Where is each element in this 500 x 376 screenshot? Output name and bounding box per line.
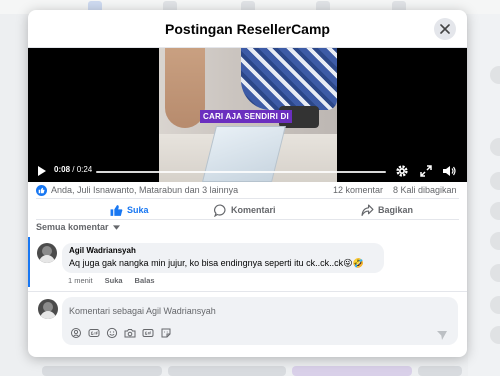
comment-filter-label: Semua komentar	[36, 222, 109, 232]
camera-icon[interactable]	[124, 327, 136, 339]
current-user-avatar[interactable]	[38, 299, 58, 319]
comment-bubble-icon	[214, 203, 226, 217]
settings-gear-icon[interactable]	[395, 164, 409, 178]
gif-icon[interactable]	[142, 327, 154, 339]
comment-composer	[62, 297, 458, 345]
video-time: 0:08 / 0:24	[54, 165, 92, 174]
comment-item: Agil Wadriansyah Aq juga gak nangka min …	[28, 237, 467, 287]
comment-button[interactable]: Komentari	[214, 203, 276, 217]
gif-sticker-icon[interactable]	[88, 327, 100, 339]
fullscreen-icon[interactable]	[419, 164, 433, 178]
share-label: Bagikan	[378, 205, 414, 215]
thumbs-up-icon	[110, 204, 123, 216]
comment-meta: 1 menit Suka Balas	[68, 276, 155, 285]
comment-count-link[interactable]: 12 komentar	[333, 185, 383, 195]
thumbs-up-icon	[38, 187, 45, 194]
volume-icon[interactable]	[442, 164, 456, 178]
composer-divider	[28, 291, 467, 292]
caret-down-icon	[112, 224, 120, 230]
sticker-icon[interactable]	[160, 327, 172, 339]
share-button[interactable]: Bagikan	[361, 203, 413, 217]
comment-like-link[interactable]: Suka	[105, 276, 123, 285]
comment-author[interactable]: Agil Wadriansyah	[69, 246, 377, 255]
current-time: 0:08	[54, 165, 71, 174]
comment-text: Aq juga gak nangka min jujur, ko bisa en…	[69, 258, 364, 268]
comment-reply-link[interactable]: Balas	[135, 276, 155, 285]
post-actions: Suka Komentari Bagikan	[36, 198, 459, 220]
like-reaction-badge[interactable]	[36, 185, 47, 196]
share-arrow-icon	[361, 203, 374, 216]
play-icon[interactable]	[37, 165, 47, 177]
share-count-link[interactable]: 8 Kali dibagikan	[393, 185, 457, 195]
comment-label: Komentari	[231, 205, 276, 215]
like-label: Suka	[127, 205, 149, 215]
reaction-stats: Anda, Juli Isnawanto, Matarabun dan 3 la…	[28, 182, 467, 198]
send-icon[interactable]	[436, 329, 448, 341]
progress-bar[interactable]	[96, 171, 386, 173]
video-controls: 0:08 / 0:24	[28, 161, 467, 181]
video-player[interactable]: CARI AJA SENDIRI DI 0:08 / 0:24	[28, 48, 467, 182]
reactors-link[interactable]: Anda, Juli Isnawanto, Matarabun dan 3 la…	[51, 185, 238, 195]
dialog-header: Postingan ResellerCamp	[28, 10, 467, 48]
video-caption: CARI AJA SENDIRI DI	[200, 110, 292, 123]
emoji-icon[interactable]	[106, 327, 118, 339]
dialog-title: Postingan ResellerCamp	[165, 21, 330, 37]
comment-input[interactable]	[69, 304, 449, 318]
duration: 0:24	[76, 165, 93, 174]
avatar-sticker-icon[interactable]	[70, 327, 82, 339]
comment-bubble: Agil Wadriansyah Aq juga gak nangka min …	[62, 243, 384, 273]
comment-filter-dropdown[interactable]: Semua komentar	[36, 222, 120, 232]
commenter-avatar[interactable]	[37, 243, 57, 263]
like-button[interactable]: Suka	[110, 203, 149, 217]
time-separator: /	[70, 165, 77, 174]
comment-time[interactable]: 1 menit	[68, 276, 93, 285]
post-dialog: Postingan ResellerCamp CARI AJA SENDIRI …	[28, 10, 467, 357]
close-button[interactable]	[434, 18, 456, 40]
close-icon	[440, 24, 450, 34]
